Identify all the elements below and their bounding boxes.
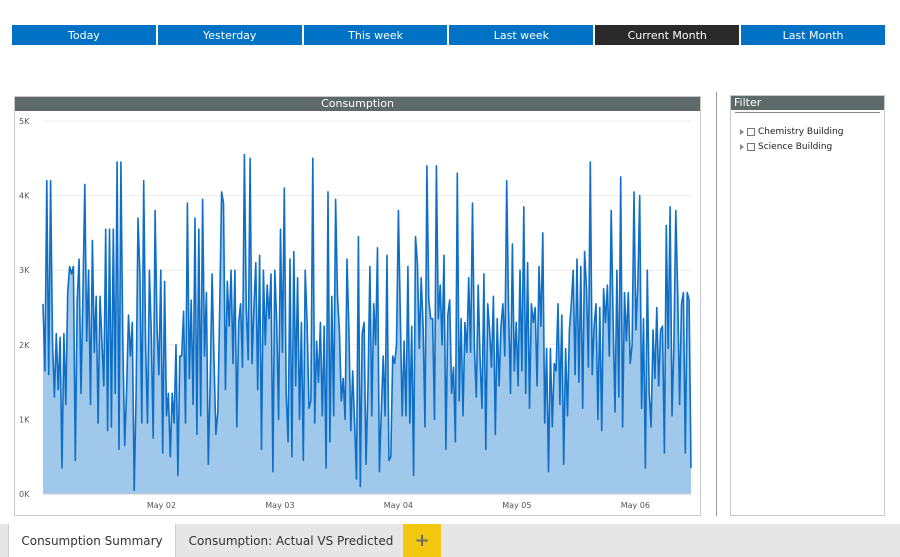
y-tick-label: 2K (19, 341, 30, 350)
yesterday-button[interactable]: Yesterday (157, 25, 302, 45)
y-tick-label: 1K (19, 415, 30, 424)
panel-divider (716, 92, 717, 516)
filter-tree: Chemistry Building Science Building (731, 113, 884, 154)
y-tick-label: 4K (19, 192, 30, 201)
checkbox-icon[interactable] (747, 127, 755, 136)
current-month-button[interactable]: Current Month (595, 25, 740, 45)
expand-caret-icon[interactable] (740, 128, 744, 135)
x-tick-label: May 05 (502, 501, 531, 510)
this-week-button[interactable]: This week (303, 25, 448, 45)
last-month-button[interactable]: Last Month (741, 25, 885, 45)
x-tick-label: May 06 (621, 501, 650, 510)
consumption-chart-panel: Consumption 0K 1K 2K 3K 4K 5K May 02 May 03 May … (14, 96, 701, 516)
filter-title: Filter (731, 96, 884, 110)
consumption-area-chart: 0K 1K 2K 3K 4K 5K May 02 May 03 May 04 May 05 May … (19, 117, 692, 510)
date-range-toolbar: Today Yesterday This week Last week Curr… (12, 25, 885, 45)
add-page-button[interactable]: + (403, 524, 441, 557)
y-tick-label: 0K (19, 490, 30, 499)
filter-item-label: Science Building (758, 141, 833, 152)
x-tick-label: May 04 (384, 501, 413, 510)
last-week-button[interactable]: Last week (449, 25, 594, 45)
tab-consumption-summary[interactable]: Consumption Summary (8, 524, 176, 557)
checkbox-icon[interactable] (747, 142, 755, 151)
chart-title: Consumption (15, 97, 700, 111)
expand-caret-icon[interactable] (740, 143, 744, 150)
filter-item-science-building[interactable]: Science Building (740, 139, 884, 154)
filter-item-chemistry-building[interactable]: Chemistry Building (740, 124, 884, 139)
plus-icon: + (414, 530, 430, 551)
filter-item-label: Chemistry Building (758, 126, 844, 137)
x-tick-label: May 03 (265, 501, 294, 510)
y-tick-label: 5K (19, 117, 30, 126)
tab-consumption-actual-vs-predicted[interactable]: Consumption: Actual VS Predicted (182, 524, 400, 557)
filter-panel: Filter Chemistry Building Science Buildi… (730, 95, 885, 516)
y-tick-label: 3K (19, 266, 30, 275)
page-tab-bar: Consumption Summary Consumption: Actual … (0, 524, 900, 557)
today-button[interactable]: Today (12, 25, 156, 45)
x-tick-label: May 02 (147, 501, 176, 510)
